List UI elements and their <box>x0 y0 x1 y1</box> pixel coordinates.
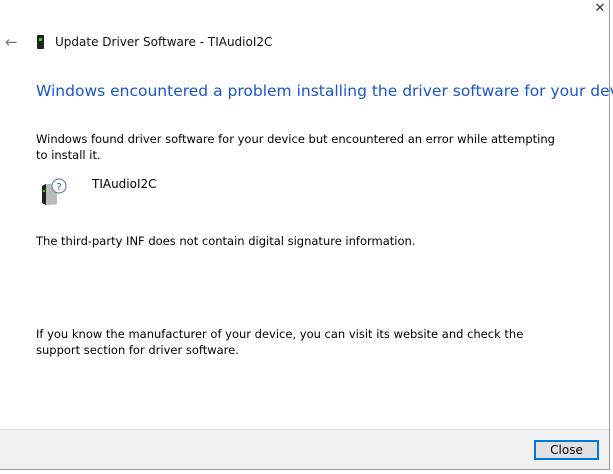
close-window-icon[interactable]: ✕ <box>590 0 610 20</box>
dialog-window: ✕ ← Update Driver Software - TIAudioI2C … <box>0 0 613 470</box>
close-button[interactable]: Close <box>534 440 599 460</box>
page-heading: Windows encountered a problem installing… <box>36 82 613 100</box>
back-arrow-icon[interactable]: ← <box>5 33 18 51</box>
error-text: The third-party INF does not contain dig… <box>36 234 416 248</box>
device-name: TIAudioI2C <box>92 177 157 191</box>
help-text: If you know the manufacturer of your dev… <box>36 327 524 357</box>
footer: Close <box>0 429 609 469</box>
svg-text:?: ? <box>56 182 61 193</box>
window-title: Update Driver Software - TIAudioI2C <box>55 35 273 49</box>
device-icon <box>37 35 44 49</box>
unknown-device-icon: ? <box>42 178 67 205</box>
intro-text: Windows found driver software for your d… <box>36 132 555 162</box>
